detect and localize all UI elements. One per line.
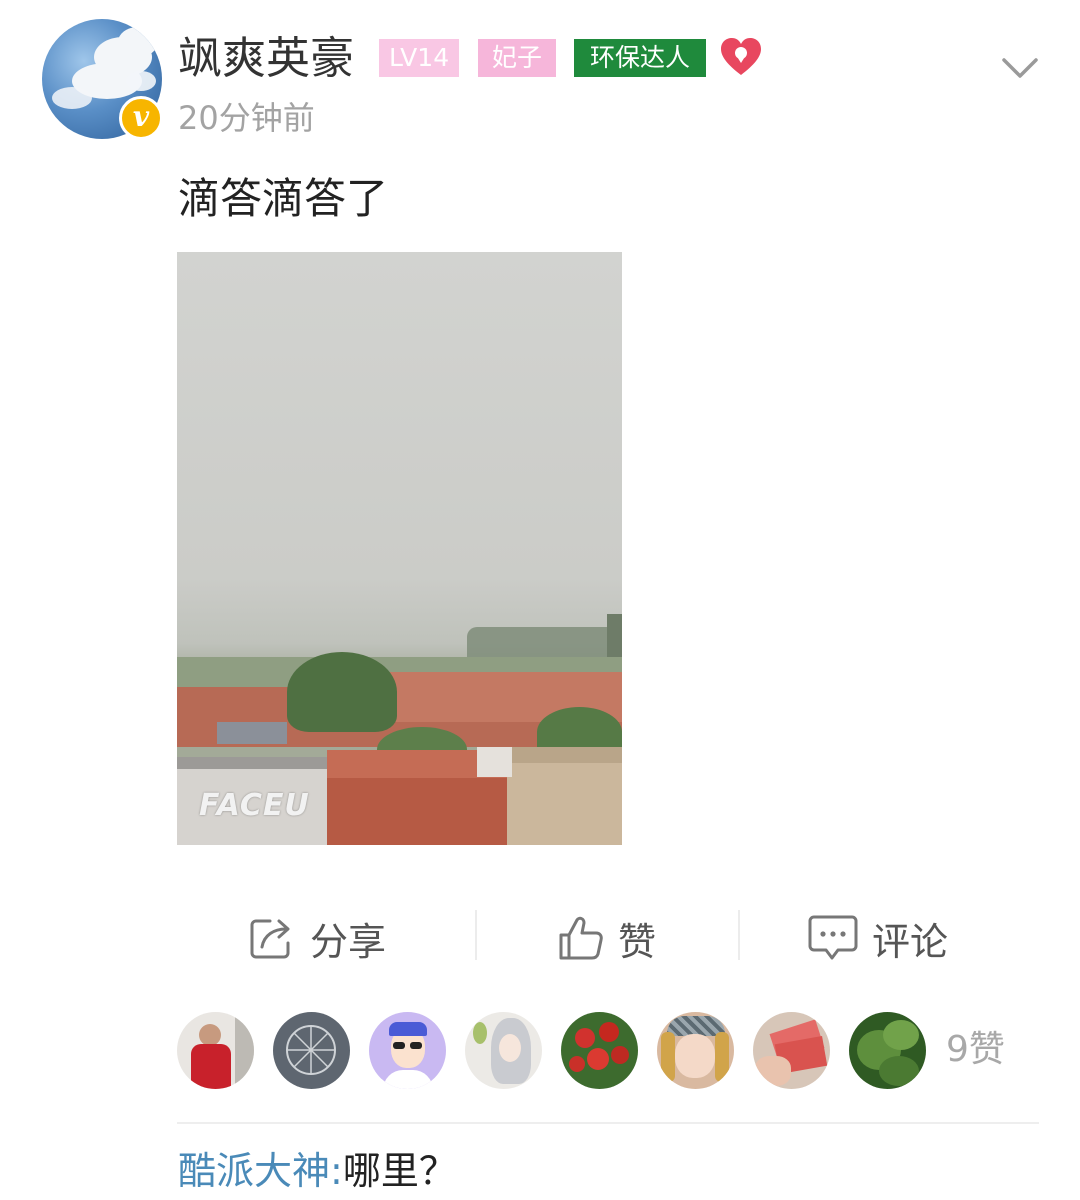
liker-avatar[interactable] xyxy=(849,1012,926,1089)
like-label: 赞 xyxy=(618,919,657,964)
section-divider xyxy=(177,1122,1039,1124)
comment-username[interactable]: 酷派大神 xyxy=(178,1149,330,1193)
comment-item[interactable]: 酷派大神:哪里？ xyxy=(178,1144,457,1198)
heart-icon xyxy=(721,38,761,75)
level-badge: LV14 xyxy=(379,39,459,77)
post-timestamp: 20分钟前 xyxy=(178,99,315,137)
liker-avatar[interactable] xyxy=(177,1012,254,1089)
weibo-post-card: v 飒爽英豪 LV14 妃子 环保达人 20分钟前 滴答滴答了 FACEU 分享… xyxy=(0,0,1080,1200)
comment-separator: : xyxy=(330,1149,343,1193)
like-button[interactable]: 赞 xyxy=(558,908,656,968)
share-icon xyxy=(250,919,290,959)
action-divider xyxy=(738,910,740,960)
post-text: 滴答滴答了 xyxy=(178,174,389,223)
comment-text: 哪里？ xyxy=(342,1149,457,1193)
share-button[interactable]: 分享 xyxy=(248,908,386,968)
author-name[interactable]: 飒爽英豪 xyxy=(178,30,354,88)
thumbs-up-icon xyxy=(559,916,603,960)
share-label: 分享 xyxy=(310,919,387,964)
chevron-down-icon[interactable] xyxy=(1000,52,1040,84)
post-photo[interactable]: FACEU xyxy=(177,252,622,845)
verified-badge-icon: v xyxy=(119,96,163,140)
liker-avatar[interactable] xyxy=(753,1012,830,1089)
liker-avatar[interactable] xyxy=(273,1012,350,1089)
faceu-watermark: FACEU xyxy=(199,788,310,823)
liker-avatar[interactable] xyxy=(561,1012,638,1089)
like-count[interactable]: 9赞 xyxy=(946,1026,1005,1074)
liker-avatar[interactable] xyxy=(657,1012,734,1089)
comment-label: 评论 xyxy=(872,919,949,964)
liker-avatar[interactable] xyxy=(369,1012,446,1089)
title-badge-feizi: 妃子 xyxy=(478,39,556,77)
comment-icon xyxy=(808,915,858,960)
action-divider xyxy=(475,910,477,960)
comment-button[interactable]: 评论 xyxy=(808,908,948,968)
liker-avatar[interactable] xyxy=(465,1012,542,1089)
title-badge-eco: 环保达人 xyxy=(574,39,706,77)
